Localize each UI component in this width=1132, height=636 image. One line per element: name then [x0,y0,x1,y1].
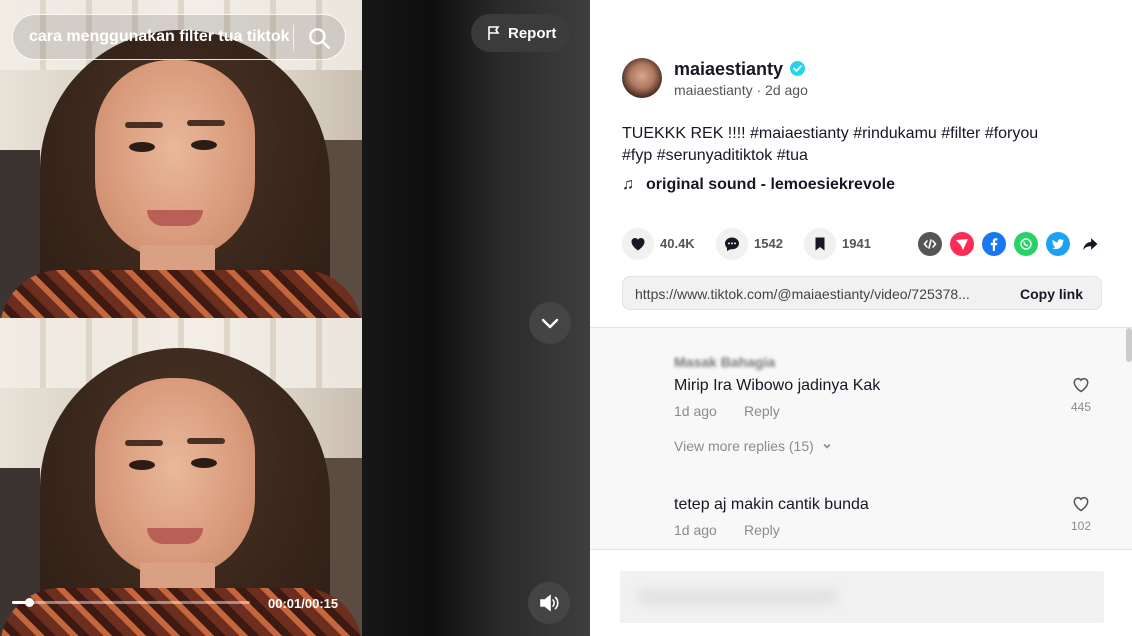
send-icon[interactable] [950,232,974,256]
music-note-icon: ♫ [622,176,634,193]
like-count: 40.4K [660,236,695,251]
comment-text: Mirip Ira Wibowo jadinya Kak [674,377,881,394]
comment-time: 1d ago [674,522,717,538]
sound-label: original sound - lemoesiekrevole [646,176,895,193]
flag-icon [488,26,500,40]
save-count: 1941 [842,236,871,251]
search-input[interactable]: cara menggunakan filter tua tiktok [29,28,290,46]
comment-input-area [590,549,1132,636]
facebook-icon[interactable] [982,232,1006,256]
verified-badge-icon [790,61,805,76]
video-player[interactable]: cara menggunakan filter tua tiktok 00:01… [0,0,362,636]
search-bar[interactable]: cara menggunakan filter tua tiktok [12,14,346,60]
comment-time: 1d ago [674,403,717,419]
video-time: 00:01/00:15 [268,596,339,611]
progress-knob[interactable] [24,598,34,607]
twitter-icon[interactable] [1046,232,1070,256]
video-caption: TUEKKK REK !!!! #maiaestianty #rindukamu… [622,123,1092,167]
caption-line-2: #fyp #serunyaditiktok #tua [622,147,808,164]
copy-link-button[interactable]: Copy link [1020,286,1083,302]
video-backdrop: Report [362,0,590,636]
video-link-box: https://www.tiktok.com/@maiaestianty/vid… [622,276,1102,310]
volume-button[interactable] [528,582,570,624]
comments-list[interactable]: Masak Bahagia Mirip Ira Wibowo jadinya K… [590,327,1132,549]
video-progress-bar[interactable] [12,598,250,607]
comment-like-button[interactable] [1068,495,1094,518]
volume-icon [540,594,559,612]
comment-like-count: 102 [1070,519,1092,533]
report-label: Report [508,25,557,42]
share-arrow-icon[interactable] [1078,232,1102,256]
reply-button[interactable]: Reply [744,403,780,419]
report-button[interactable]: Report [471,14,570,52]
comments-scrollbar[interactable] [1126,328,1132,362]
comment-icon [725,237,739,251]
avatar[interactable] [622,58,662,98]
video-info-panel: maiaestianty maiaestianty · 2d ago TUEKK… [590,0,1132,636]
next-video-button[interactable] [529,302,571,344]
comment-count: 1542 [754,236,783,251]
author-handle[interactable]: maiaestianty [674,82,753,98]
comment-input[interactable] [620,571,1104,623]
caption-line-1: TUEKKK REK !!!! #maiaestianty #rindukamu… [622,125,1039,142]
comment-author-blurred: Masak Bahagia [674,354,776,370]
embed-icon[interactable] [918,232,942,256]
heart-outline-icon [1073,377,1089,393]
search-icon[interactable] [306,25,332,51]
whatsapp-icon[interactable] [1014,232,1038,256]
chevron-down-icon [541,318,559,329]
video-frame-bottom [0,318,362,636]
comment-like-button[interactable] [1068,376,1094,399]
comment-like-count: 445 [1070,400,1092,414]
heart-outline-icon [1073,496,1089,512]
heart-icon [631,238,645,251]
video-url[interactable]: https://www.tiktok.com/@maiaestianty/vid… [635,286,970,302]
author-username[interactable]: maiaestianty [674,59,783,80]
view-more-replies[interactable]: View more replies (15) [674,438,832,454]
reply-button[interactable]: Reply [744,522,780,538]
tiktok-video-page: cara menggunakan filter tua tiktok 00:01… [0,0,1132,636]
author-subline: maiaestianty · 2d ago [674,82,808,98]
sound-link[interactable]: ♫ original sound - lemoesiekrevole [622,176,895,194]
bookmark-icon [815,237,825,251]
post-time: 2d ago [765,82,808,98]
comment-text: tetep aj makin cantik bunda [674,496,869,513]
chevron-down-icon [823,443,831,449]
